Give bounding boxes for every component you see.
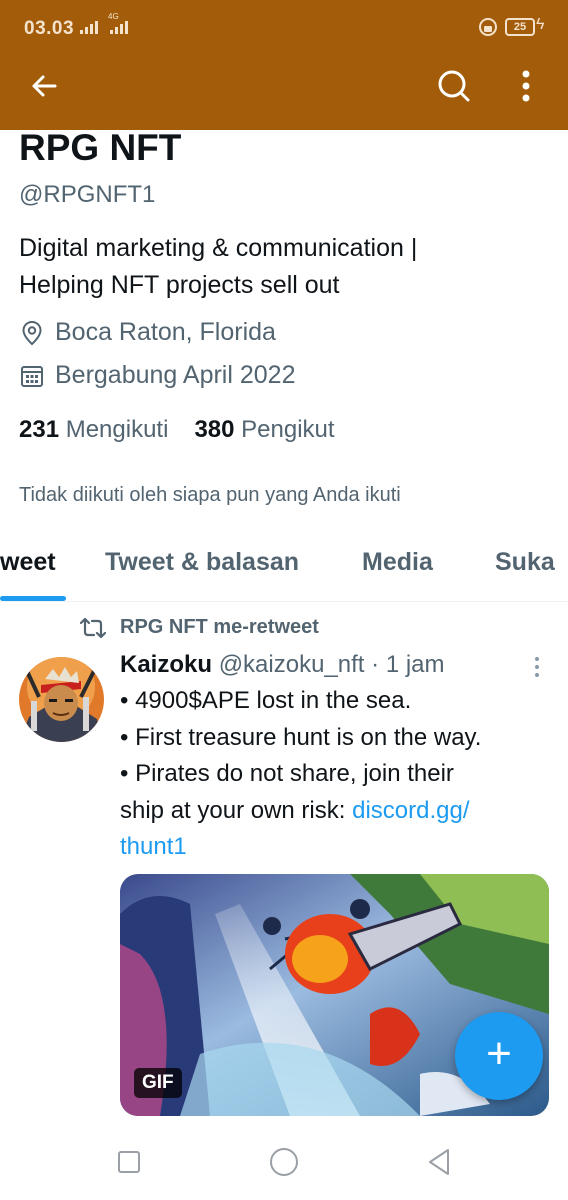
gif-badge: GIF	[134, 1068, 182, 1098]
more-vertical-icon	[522, 70, 530, 102]
tweet-header: Kaizoku @kaizoku_nft · 1 jam	[120, 651, 445, 679]
compose-tweet-button[interactable]: +	[455, 1012, 543, 1100]
tab-likes[interactable]: Suka	[495, 548, 555, 577]
back-nav-button[interactable]	[414, 1142, 464, 1182]
retweet-icon	[80, 617, 106, 638]
arrow-left-icon	[32, 75, 57, 97]
system-navigation-bar	[0, 1130, 568, 1200]
app-header: 03.03 4G 25 ϟ	[0, 0, 568, 130]
recent-apps-button[interactable]	[104, 1142, 154, 1182]
triangle-back-icon	[429, 1149, 449, 1175]
separator-dot: ·	[371, 651, 380, 678]
tab-media[interactable]: Media	[362, 548, 433, 577]
signal-icon	[80, 18, 98, 34]
tweet-more-button[interactable]	[522, 652, 552, 682]
profile-location: Boca Raton, Florida	[19, 318, 276, 347]
author-handle[interactable]: @kaizoku_nft	[219, 651, 365, 678]
followers-count: 380	[194, 416, 235, 443]
status-bar: 03.03 4G 25 ϟ	[0, 0, 568, 56]
dot-icon	[535, 665, 539, 669]
followers-link[interactable]: 380 Pengikut	[194, 416, 334, 444]
mutual-followers-note: Tidak diikuti oleh siapa pun yang Anda i…	[19, 484, 401, 506]
followers-label: Pengikut	[241, 416, 335, 443]
tweet-line: thunt1	[120, 829, 550, 866]
home-button[interactable]	[259, 1142, 309, 1182]
profile-name: RPG NFT	[19, 127, 182, 168]
joined-text: Bergabung April 2022	[55, 361, 296, 389]
tweet-line-text: ship at your own risk:	[120, 796, 353, 824]
tweet-link[interactable]: discord.gg/	[352, 797, 469, 824]
rotation-lock-icon	[479, 18, 497, 36]
author-avatar[interactable]	[19, 657, 104, 742]
circle-icon	[270, 1148, 298, 1176]
plus-icon: +	[486, 1029, 512, 1078]
app-bar	[0, 56, 568, 130]
following-link[interactable]: 231 Mengikuti	[19, 416, 168, 444]
search-button[interactable]	[430, 62, 478, 110]
profile-bio: Digital marketing & communication | Help…	[19, 230, 549, 304]
calendar-icon	[21, 365, 43, 387]
tab-tweets[interactable]: weet	[0, 548, 56, 577]
location-pin-icon	[22, 320, 42, 345]
tweet-line: • First treasure hunt is on the way.	[120, 723, 482, 751]
charging-icon: ϟ	[536, 16, 545, 33]
bio-line: Digital marketing & communication |	[19, 234, 418, 262]
retweet-label: RPG NFT me-retweet	[120, 616, 319, 638]
tweet-line: ship at your own risk: discord.gg/	[120, 793, 550, 830]
tab-tweets-replies[interactable]: Tweet & balasan	[105, 548, 299, 577]
tweet-time: 1 jam	[385, 651, 445, 678]
tweet-line: • 4900$APE lost in the sea.	[120, 687, 412, 714]
profile-handle: @RPGNFT1	[19, 181, 156, 208]
back-button[interactable]	[20, 62, 68, 110]
bio-line: Helping NFT projects sell out	[19, 271, 340, 299]
tweet-text: • 4900$APE lost in the sea. • First trea…	[120, 683, 550, 866]
follow-stats: 231 Mengikuti 380 Pengikut	[19, 416, 335, 444]
tweet-link-continued[interactable]: thunt1	[120, 833, 187, 860]
square-icon	[118, 1151, 140, 1173]
tweet-line: • Pirates do not share, join their	[120, 760, 454, 787]
profile-tabs: weet Tweet & balasan Media Suka	[0, 530, 568, 602]
search-icon	[438, 70, 470, 102]
active-tab-indicator	[0, 596, 66, 601]
retweet-context: RPG NFT me-retweet	[80, 616, 319, 639]
author-name[interactable]: Kaizoku	[120, 651, 212, 678]
following-count: 231	[19, 416, 60, 443]
dot-icon	[535, 657, 539, 661]
status-time: 03.03	[24, 18, 75, 39]
signal-icon-2	[110, 18, 128, 34]
battery-level: 25	[505, 18, 535, 36]
following-label: Mengikuti	[65, 416, 169, 443]
profile-joined: Bergabung April 2022	[19, 361, 295, 390]
more-options-button[interactable]	[502, 62, 550, 110]
dot-icon	[535, 673, 539, 677]
location-text: Boca Raton, Florida	[55, 318, 276, 346]
